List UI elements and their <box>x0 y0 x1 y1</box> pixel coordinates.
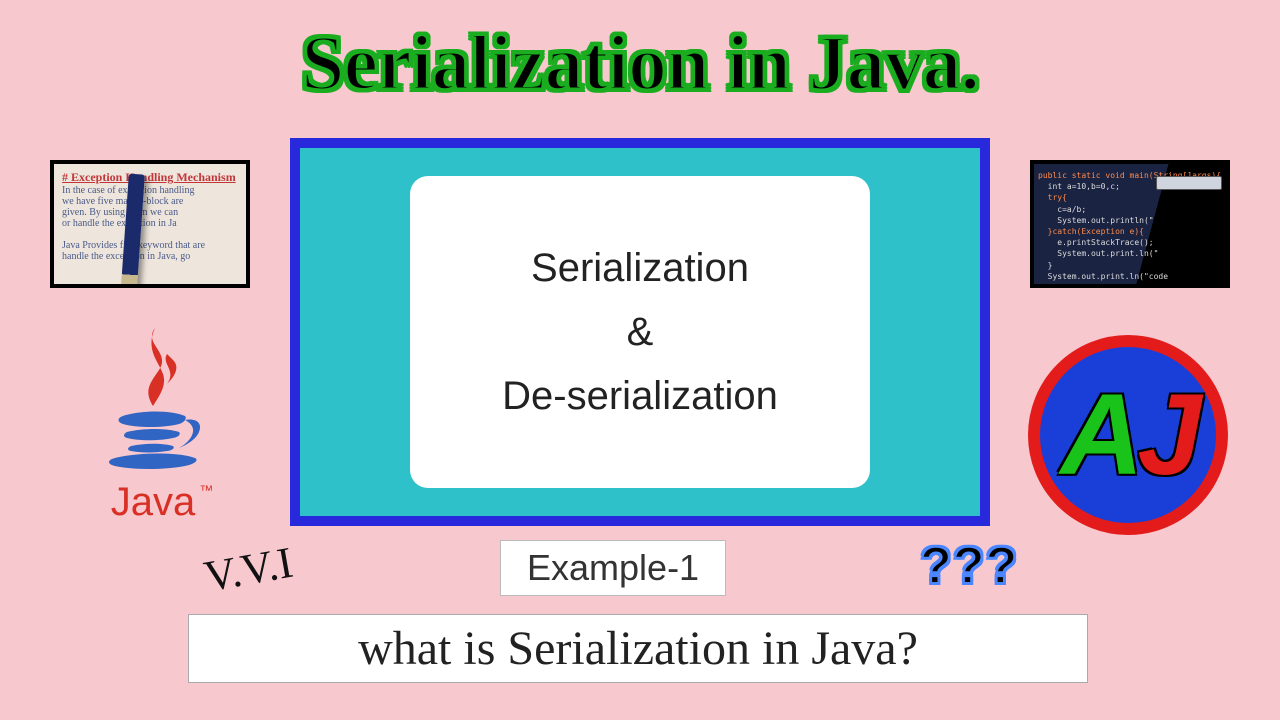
aj-badge: AJ <box>1028 335 1228 535</box>
center-card: Serialization & De-serialization <box>410 176 870 488</box>
badge-letter-j: J <box>1138 378 1196 493</box>
question-marks: ??? <box>920 536 1018 596</box>
vvi-label: V.V.I <box>200 537 296 603</box>
notes-header: # Exception Handling Mechanism <box>62 170 238 185</box>
notes-line: given. By using them we can <box>62 207 238 218</box>
dialog-box-icon <box>1156 176 1222 190</box>
java-logo-text: Java <box>111 480 196 525</box>
code-line: try{ <box>1038 193 1067 202</box>
code-line: }//end main method <box>1038 282 1222 288</box>
thumbnail-code: public static void main(String[]args){ i… <box>1030 160 1230 288</box>
notes-line: Java Provides five keyword that are <box>62 240 238 251</box>
bottom-question-box: what is Serialization in Java? <box>188 614 1088 683</box>
badge-letter-a: A <box>1060 378 1137 493</box>
java-logo: Java <box>78 320 228 540</box>
code-line: System.out.print.ln(" <box>1038 248 1222 259</box>
example-box: Example-1 <box>500 540 726 596</box>
code-line: c=a/b; <box>1038 204 1222 215</box>
code-line: } <box>1038 260 1222 271</box>
code-line: }catch(Exception e){ <box>1038 227 1144 236</box>
center-frame: Serialization & De-serialization <box>290 138 990 526</box>
main-title: Serialization in Java. <box>0 18 1280 108</box>
code-line: System.out.println(" <box>1038 215 1222 226</box>
notes-line: we have five main 5-block are <box>62 196 238 207</box>
card-ampersand: & <box>627 300 654 364</box>
java-cup-icon <box>93 320 213 480</box>
card-line-2: De-serialization <box>502 364 778 428</box>
notes-line: handle the exception in Java, go <box>62 251 238 262</box>
code-line: System.out.print.ln("code <box>1038 271 1222 282</box>
code-line: e.printStackTrace(); <box>1038 237 1222 248</box>
card-line-1: Serialization <box>531 236 749 300</box>
notes-line: or handle the exception in Ja <box>62 218 238 229</box>
notes-line: In the case of exception handling <box>62 185 238 196</box>
thumbnail-notes: # Exception Handling Mechanism In the ca… <box>50 160 250 288</box>
